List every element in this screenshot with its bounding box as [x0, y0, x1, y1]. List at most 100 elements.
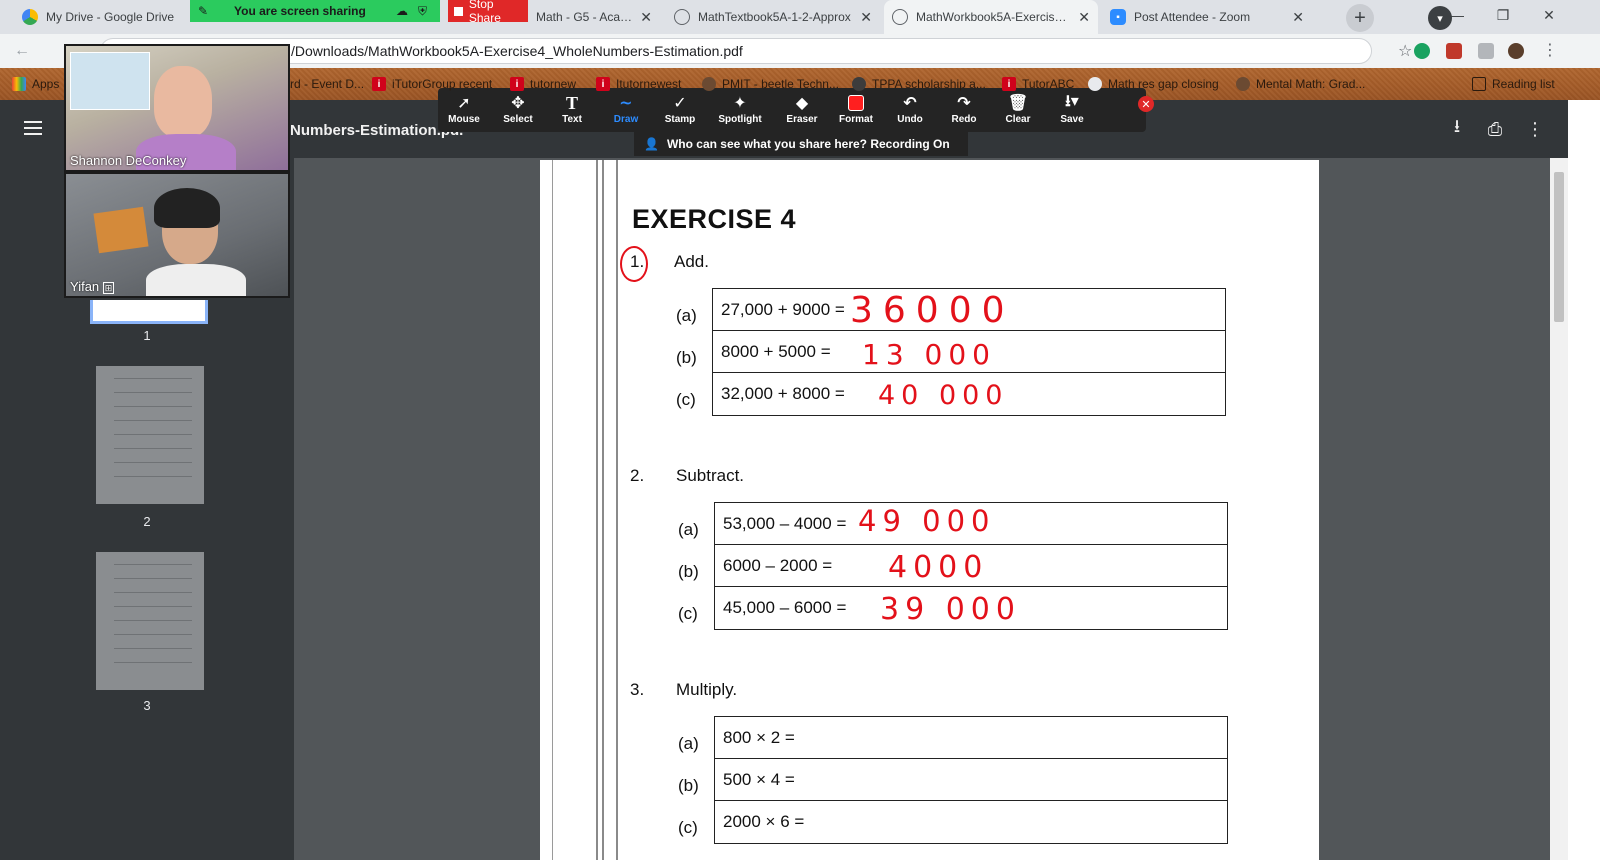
section-instruction: Subtract. [676, 466, 745, 485]
more-options-icon[interactable]: ⋮ [1524, 118, 1546, 140]
bookmark-itutornewest[interactable]: i Itutornewest [596, 74, 681, 94]
itutor-icon: i [372, 77, 386, 91]
stop-icon [454, 6, 463, 16]
item-label: (b) [676, 348, 697, 367]
back-icon[interactable]: ← [14, 42, 30, 60]
trash-icon: 🗑 [1007, 95, 1029, 112]
color-swatch-icon [848, 92, 864, 114]
exercise-title: EXERCISE 4 [632, 204, 797, 234]
close-tab-icon[interactable]: ✕ [860, 9, 872, 26]
save-icon: ⭳▾ [1065, 92, 1079, 110]
wand-icon: ✦ [733, 95, 747, 112]
participant-video-shannon[interactable]: Shannon DeConkey [64, 44, 290, 172]
close-tab-icon[interactable]: ✕ [1292, 9, 1304, 26]
profile-avatar[interactable] [1508, 43, 1524, 59]
annotate-stamp-button[interactable]: ✓ Stamp [654, 92, 706, 130]
bookmark-label: TPPA scholarship a... [872, 77, 986, 91]
item-label: (c) [676, 390, 696, 409]
download-icon[interactable]: ⭳ [1446, 116, 1468, 140]
recording-notice[interactable]: 👤 Who can see what you share here? Recor… [634, 132, 968, 156]
bookmark-itutorgroup[interactable]: i iTutorGroup recent [372, 74, 492, 94]
extension-icon[interactable] [1414, 43, 1430, 59]
zoom-icon: ▪ [1110, 9, 1126, 25]
participant-video-yifan[interactable]: Yifan ⊞ [64, 172, 290, 298]
tab-math-textbook[interactable]: MathTextbook5A-1-2-Approx ✕ [666, 0, 880, 34]
restore-button[interactable]: ❐ [1480, 0, 1526, 30]
sidebar-menu-icon[interactable] [24, 121, 42, 135]
extensions-puzzle-icon[interactable] [1478, 43, 1494, 59]
bookmark-apps[interactable]: Apps [12, 74, 59, 94]
reading-list-icon [1472, 77, 1486, 91]
handwritten-answer: 36000 [850, 290, 1015, 331]
annotate-draw-button[interactable]: ∼ Draw [600, 92, 652, 130]
bookmark-tppa[interactable]: TPPA scholarship a... [852, 74, 986, 94]
annotate-redo-button[interactable]: ↷ Redo [938, 92, 990, 130]
annotate-select-button[interactable]: ✥ Select [492, 92, 544, 130]
table-row: 800 × 2 = [715, 717, 1227, 759]
redo-icon: ↷ [957, 95, 971, 112]
tab-label: Post Attendee - Zoom [1134, 10, 1251, 24]
item-label: (a) [678, 520, 699, 539]
bookmark-tutornew[interactable]: i tutornew [510, 74, 576, 94]
annotate-clear-button[interactable]: 🗑 Clear [992, 92, 1044, 130]
bookmark-label: Reading list [1492, 77, 1555, 91]
bookmark-mental-math[interactable]: Mental Math: Grad... [1236, 74, 1365, 94]
pencil-icon: ✎ [198, 4, 209, 18]
page-thumbnail-3[interactable] [96, 552, 204, 690]
scrollbar-thumb[interactable] [1554, 172, 1564, 322]
wall-map [93, 206, 149, 254]
tab-math-workbook[interactable]: MathWorkbook5A-Exercise4_ ✕ [884, 0, 1098, 34]
handwritten-answer: 13 000 [862, 338, 996, 371]
item-label: (c) [678, 818, 698, 837]
annotate-eraser-button[interactable]: ◆ Eraser [776, 92, 828, 130]
stop-share-button[interactable]: Stop Share [448, 0, 528, 25]
ublock-icon[interactable] [1446, 43, 1462, 59]
screen-sharing-text: You are screen sharing [234, 4, 366, 18]
bookmark-pmit[interactable]: PMIT - beetle Techn... [702, 74, 839, 94]
tab-zoom-attendee[interactable]: ▪ Post Attendee - Zoom ✕ [1102, 0, 1312, 34]
annotate-spotlight-button[interactable]: ✦ Spotlight [714, 92, 766, 130]
annotate-mouse-button[interactable]: ➚ Mouse [438, 92, 490, 130]
itutor-icon: i [596, 77, 610, 91]
section-number: 3. [630, 680, 645, 699]
bookmark-event[interactable]: rd - Event D... [290, 74, 364, 94]
tab-label: MathWorkbook5A-Exercise4_ [916, 10, 1071, 24]
zoom-annotate-toolbar: ➚ Mouse ✥ Select T Text ∼ Draw ✓ Stamp ✦ Spotl… [438, 88, 1146, 132]
participant-hair [154, 188, 220, 228]
annotate-save-button[interactable]: ⭳▾ Save [1046, 92, 1098, 130]
annotate-undo-button[interactable]: ↶ Undo [884, 92, 936, 130]
participant-name: Shannon DeConkey [70, 153, 187, 168]
close-window-button[interactable]: ✕ [1526, 0, 1572, 30]
bookmark-star-icon[interactable]: ☆ [1398, 41, 1412, 61]
bookmark-label: Mental Math: Grad... [1256, 77, 1366, 91]
screen-sharing-banner: ✎ You are screen sharing ☁ ⛨ [190, 0, 440, 22]
google-drive-icon [22, 9, 38, 25]
table-row: 2000 × 6 = [723, 812, 805, 831]
annotate-format-button[interactable]: Format [830, 92, 882, 130]
tab-google-drive[interactable]: My Drive - Google Drive [14, 0, 186, 34]
address-bar[interactable]: /Downloads/MathWorkbook5A-Exercise4_Whol… [100, 38, 1372, 64]
bookmark-label: TutorABC [1022, 77, 1075, 91]
shield-icon: ⛨ [418, 3, 428, 18]
item-label: (a) [676, 306, 697, 325]
bookmark-tutorabc[interactable]: i TutorABC [1002, 74, 1074, 94]
bookmark-reading-list[interactable]: Reading list [1472, 74, 1555, 94]
close-tab-icon[interactable]: ✕ [1078, 9, 1090, 26]
check-icon: ✓ [673, 95, 687, 112]
page-thumbnail-2[interactable] [96, 366, 204, 504]
eraser-icon: ◆ [795, 95, 809, 112]
bookmark-label: Math res gap closing [1108, 77, 1219, 91]
participant-name: Yifan ⊞ [70, 279, 115, 294]
close-annotate-icon[interactable]: ✕ [1138, 96, 1154, 112]
annotate-text-button[interactable]: T Text [546, 92, 598, 130]
tppa-icon [852, 77, 866, 91]
page-thumbnail-1[interactable] [90, 300, 208, 324]
close-tab-icon[interactable]: ✕ [640, 9, 652, 26]
print-icon[interactable]: ⎙ [1484, 118, 1506, 140]
new-tab-button[interactable]: + [1346, 4, 1374, 32]
bookmark-math-res[interactable]: Math res gap closing [1088, 74, 1219, 94]
chrome-menu-icon[interactable]: ⋮ [1542, 40, 1558, 60]
globe-icon [1236, 77, 1250, 91]
minimize-button[interactable]: — [1434, 0, 1480, 30]
tab-math-classroom[interactable]: Math - G5 - Acade ✕ [528, 0, 660, 34]
